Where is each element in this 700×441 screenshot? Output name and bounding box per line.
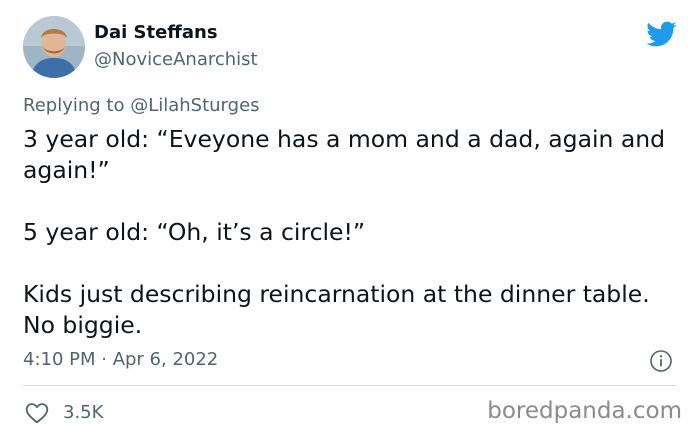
info-icon[interactable] — [649, 349, 673, 373]
tweet-paragraph: Kids just describing reincarnation at th… — [23, 280, 650, 339]
user-handle[interactable]: @NoviceAnarchist — [94, 49, 258, 70]
twitter-bird-icon[interactable] — [645, 18, 677, 50]
replying-to[interactable]: Replying to @LilahSturges — [23, 95, 260, 116]
tweet-card: Dai Steffans @NoviceAnarchist Replying t… — [0, 0, 700, 441]
watermark: boredpanda.com — [487, 398, 682, 424]
tweet-timestamp[interactable]: 4:10 PM · Apr 6, 2022 — [23, 349, 218, 370]
heart-icon[interactable] — [24, 400, 50, 426]
display-name[interactable]: Dai Steffans — [94, 22, 218, 43]
avatar[interactable] — [23, 16, 85, 78]
like-count[interactable]: 3.5K — [63, 402, 103, 423]
tweet-paragraph: 5 year old: “Oh, it’s a circle!” — [23, 218, 366, 246]
tweet-text: 3 year old: “Eveyone has a mom and a dad… — [23, 124, 683, 341]
divider — [23, 385, 677, 386]
tweet-paragraph: 3 year old: “Eveyone has a mom and a dad… — [23, 125, 666, 184]
